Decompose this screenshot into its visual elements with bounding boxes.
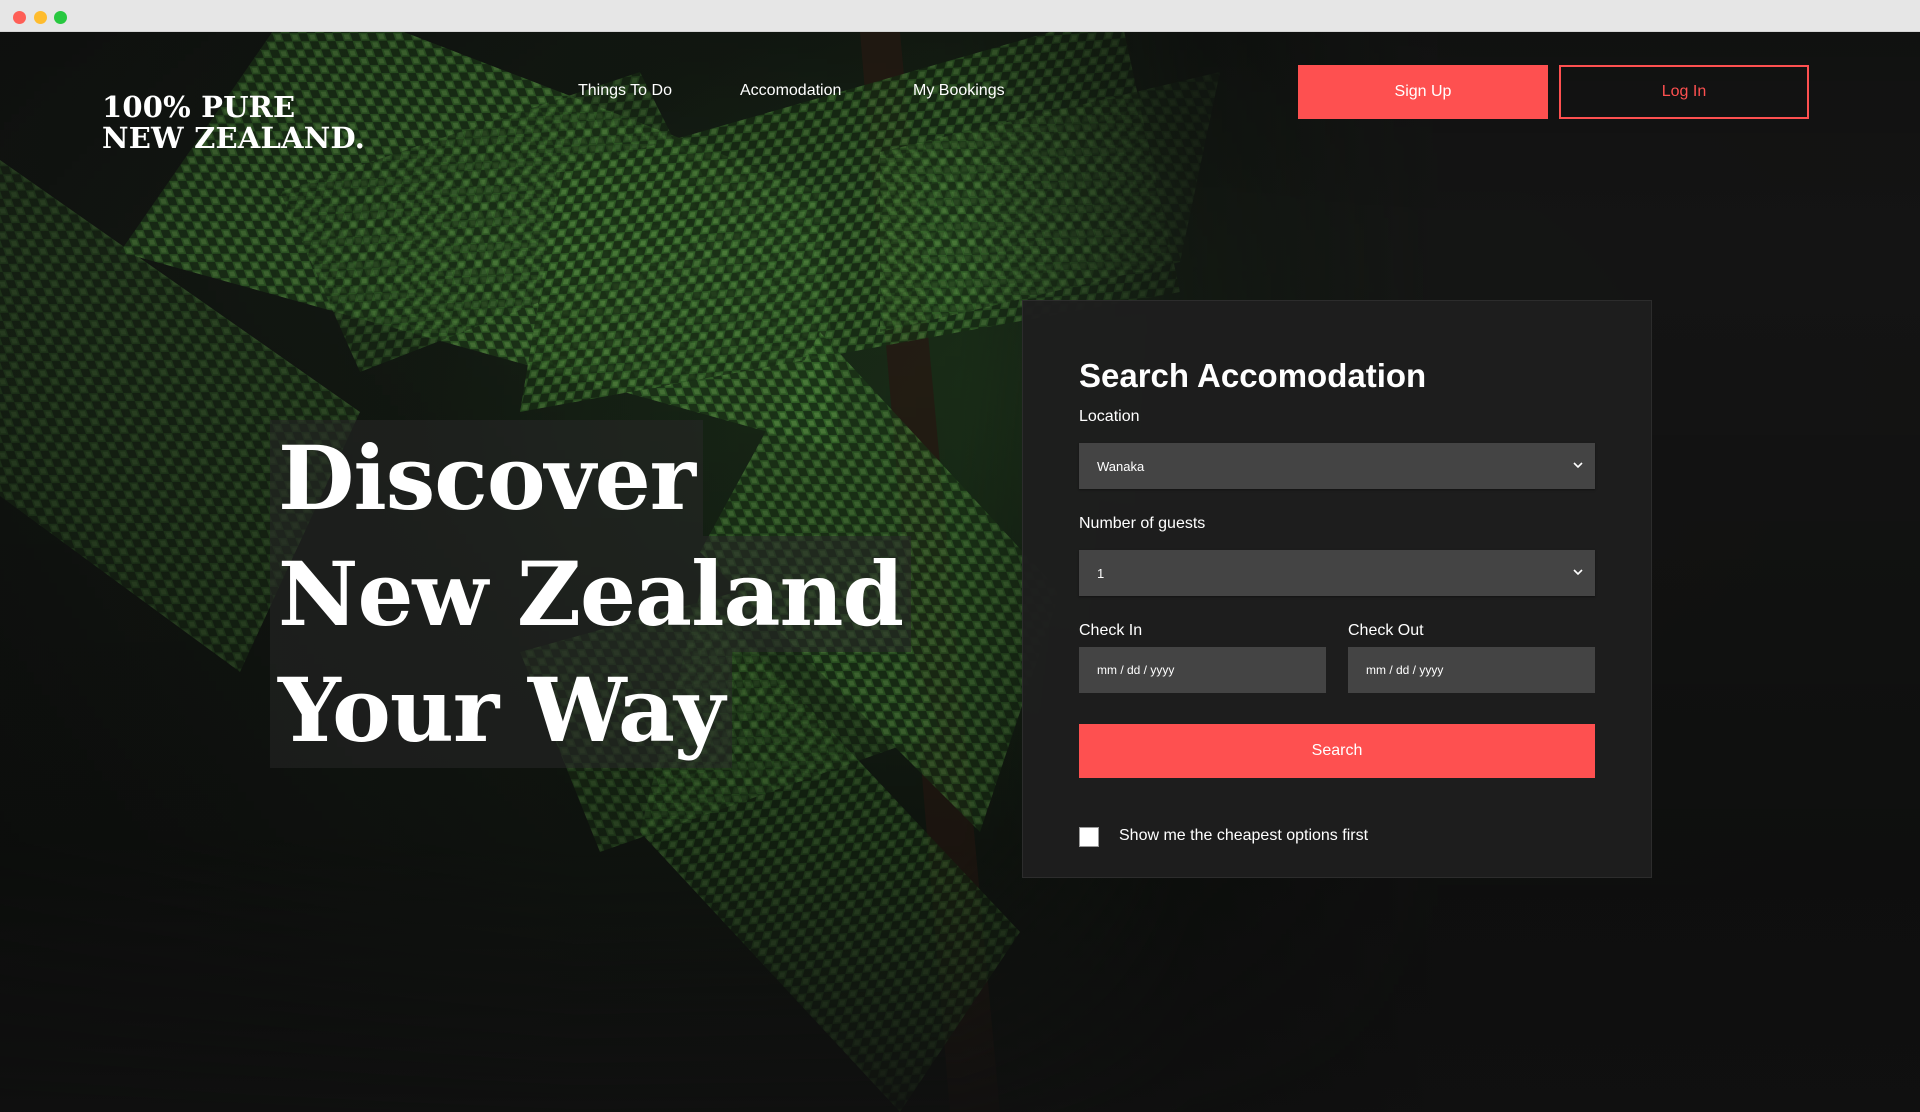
brand-logo-line1: 100% PURE <box>102 90 296 124</box>
sign-up-button[interactable]: Sign Up <box>1298 65 1548 119</box>
check-in-placeholder: mm / dd / yyyy <box>1097 663 1175 677</box>
check-in-input[interactable]: mm / dd / yyyy <box>1079 647 1326 693</box>
log-in-button[interactable]: Log In <box>1559 65 1809 119</box>
location-select[interactable]: Wanaka <box>1079 443 1595 489</box>
guests-select[interactable]: 1 <box>1079 550 1595 596</box>
headline-line-2: New Zealand <box>270 536 912 652</box>
chevron-down-icon <box>1573 569 1583 576</box>
search-panel-title: Search Accomodation <box>1079 357 1427 394</box>
nav-my-bookings[interactable]: My Bookings <box>913 82 1005 100</box>
guests-select-value: 1 <box>1097 565 1105 581</box>
search-button[interactable]: Search <box>1079 724 1595 778</box>
search-panel: Search Accomodation Location Wanaka Numb… <box>1022 300 1652 878</box>
nav-accomodation[interactable]: Accomodation <box>740 82 841 100</box>
hero-section: 100% PURE NEW ZEALAND. Things To Do Acco… <box>0 32 1920 1112</box>
headline-line-3: Your Way <box>270 652 733 768</box>
check-in-label: Check In <box>1079 622 1143 639</box>
brand-logo[interactable]: 100% PURE NEW ZEALAND. <box>102 92 365 154</box>
location-label: Location <box>1079 408 1140 425</box>
check-out-input[interactable]: mm / dd / yyyy <box>1348 647 1595 693</box>
check-out-label: Check Out <box>1348 622 1424 639</box>
headline-line-1: Discover <box>270 420 704 536</box>
check-out-placeholder: mm / dd / yyyy <box>1366 663 1444 677</box>
close-window-icon[interactable] <box>13 11 26 24</box>
maximize-window-icon[interactable] <box>54 11 67 24</box>
window-titlebar <box>0 0 1920 32</box>
guests-label: Number of guests <box>1079 515 1206 532</box>
location-select-value: Wanaka <box>1097 458 1145 474</box>
brand-logo-line2: NEW ZEALAND. <box>102 121 366 155</box>
minimize-window-icon[interactable] <box>34 11 47 24</box>
chevron-down-icon <box>1573 462 1583 469</box>
hero-headline: Discover New Zealand Your Way <box>270 420 912 768</box>
cheapest-first-label[interactable]: Show me the cheapest options first <box>1119 827 1368 845</box>
cheapest-first-checkbox[interactable] <box>1079 827 1099 847</box>
nav-things-to-do[interactable]: Things To Do <box>578 82 672 100</box>
